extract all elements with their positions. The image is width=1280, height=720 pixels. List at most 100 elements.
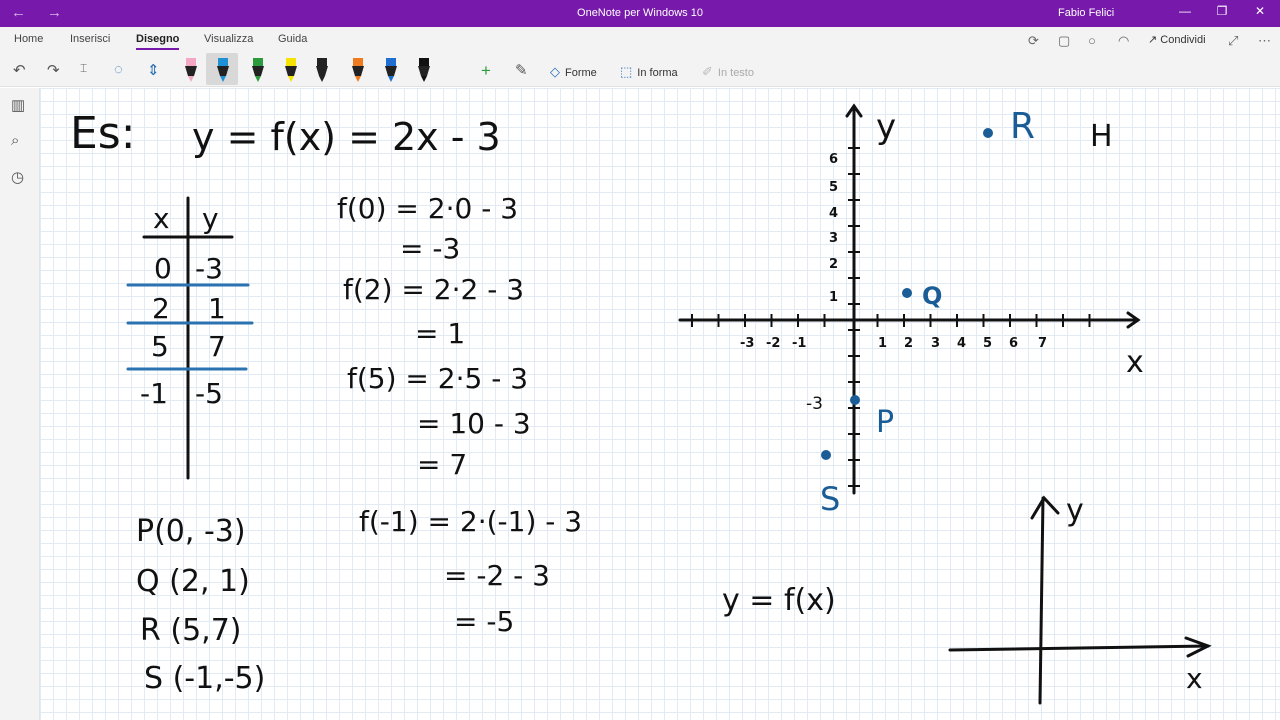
lasso-select-icon[interactable]: ◌ (114, 61, 123, 78)
pen-tool-8[interactable] (415, 56, 433, 84)
point-q (902, 288, 912, 298)
lightbulb-icon[interactable]: ○ (1088, 33, 1096, 48)
table-cell: 1 (208, 292, 226, 325)
x-tick-label: -2 (766, 336, 780, 351)
y-tick-label: 6 (829, 152, 838, 167)
ink-to-text-icon: ✐ (702, 64, 713, 79)
pen-tool-5[interactable] (313, 56, 331, 84)
calc-line: = 10 - 3 (417, 407, 531, 440)
y-axis-label: y (876, 107, 896, 147)
point-coordinates: P(0, -3) (136, 514, 246, 549)
blank-y-axis (1038, 496, 1045, 705)
point-p (850, 395, 860, 405)
ribbon: Home Inserisci Disegno Visualizza Guida … (0, 27, 1280, 87)
share-label: Condividi (1160, 34, 1206, 46)
shapes-icon: ◇ (550, 64, 560, 79)
search-icon[interactable]: ⌕ (11, 132, 19, 149)
x-tick-label: 1 (878, 336, 887, 351)
calc-line: = 7 (417, 448, 467, 481)
table-header-y: y (202, 202, 219, 235)
pen-tool-4[interactable] (282, 56, 300, 84)
navigation-sidebar: ▥ ⌕ ◷ (0, 88, 40, 720)
calc-line: = -5 (454, 605, 514, 638)
calc-line: f(0) = 2·0 - 3 (337, 192, 518, 225)
pen-tool-1[interactable] (182, 56, 200, 84)
point-label-q: Q (922, 282, 942, 310)
maximize-button[interactable]: ❐ (1212, 4, 1232, 18)
exercise-label: Es: (70, 108, 136, 159)
function-label: y = f(x) (722, 583, 836, 618)
in-testo-label: In testo (717, 67, 754, 79)
y-tick-label: 5 (829, 180, 838, 195)
table-cell: 5 (151, 330, 169, 363)
pen-tool-6[interactable] (349, 56, 367, 84)
x-tick-label: 4 (957, 336, 966, 351)
x-tick-label: -3 (740, 336, 754, 351)
x-tick-label: 2 (904, 336, 913, 351)
x-tick-label: 5 (983, 336, 992, 351)
table-cell: -5 (195, 377, 223, 410)
table-cell: -3 (195, 252, 223, 285)
tab-guida[interactable]: Guida (278, 33, 307, 45)
forme-button[interactable]: ◇ Forme (550, 64, 597, 80)
table-cell: -1 (140, 377, 168, 410)
blank-y-axis-arrow (1030, 495, 1060, 520)
y-tick-label: -3 (806, 394, 823, 414)
sync-icon[interactable]: ⟳ (1028, 33, 1039, 49)
user-name[interactable]: Fabio Felici (1058, 7, 1114, 19)
tab-visualizza[interactable]: Visualizza (204, 33, 253, 45)
add-space-icon[interactable]: ⇕ (147, 61, 160, 79)
ink-replay-icon[interactable]: ✎ (515, 61, 528, 79)
point-label-s: S (820, 480, 840, 518)
point-coordinates: Q (2, 1) (136, 564, 250, 599)
note-canvas[interactable]: Es: y = f(x) = 2x - 3 x y 0 -3 2 1 5 7 -… (40, 88, 1280, 720)
x-axis-label: x (1126, 345, 1144, 380)
close-button[interactable]: ✕ (1250, 4, 1270, 18)
in-testo-button[interactable]: ✐ In testo (702, 64, 754, 80)
point-coordinates: S (-1,-5) (144, 661, 265, 696)
point-s (821, 450, 831, 460)
tab-disegno[interactable]: Disegno (136, 33, 180, 50)
share-button[interactable]: ↗ Condividi (1148, 33, 1206, 46)
type-select-icon[interactable]: ⌶ (80, 61, 87, 76)
pen-tool-2[interactable] (214, 56, 232, 84)
forme-label: Forme (565, 67, 597, 79)
calc-line: = 1 (415, 317, 465, 350)
table-cell: 7 (208, 330, 226, 363)
add-pen-icon[interactable]: + (481, 61, 491, 81)
y-tick-label: 3 (829, 231, 838, 246)
in-forma-button[interactable]: ⬚ In forma (620, 64, 678, 80)
x-tick-label: 3 (931, 336, 940, 351)
pages-icon[interactable]: ▢ (1058, 33, 1070, 49)
calc-line: f(5) = 2·5 - 3 (347, 362, 528, 395)
x-tick-label: -1 (792, 336, 806, 351)
blank-x-label: x (1186, 662, 1203, 695)
point-label-p: P (876, 405, 894, 440)
calc-line: = -3 (400, 232, 460, 265)
undo-icon[interactable]: ↶ (13, 61, 26, 79)
table-header-x: x (153, 202, 170, 235)
blank-y-label: y (1066, 493, 1084, 528)
ink-to-shape-icon: ⬚ (620, 64, 633, 79)
blank-x-axis (948, 644, 1210, 652)
minimize-button[interactable]: — (1175, 4, 1195, 18)
calc-line: f(2) = 2·2 - 3 (343, 273, 524, 306)
y-tick-label: 4 (829, 206, 838, 221)
point-coordinates: R (5,7) (140, 613, 242, 648)
x-tick-label: 6 (1009, 336, 1018, 351)
recent-icon[interactable]: ◷ (11, 168, 24, 186)
tab-home[interactable]: Home (14, 33, 43, 45)
table-cell: 0 (154, 252, 172, 285)
pen-tool-7[interactable] (382, 56, 400, 84)
more-icon[interactable]: ⋯ (1258, 33, 1271, 49)
tab-inserisci[interactable]: Inserisci (70, 33, 110, 45)
expand-icon[interactable]: ⤢ (1228, 33, 1238, 49)
redo-icon[interactable]: ↷ (47, 61, 60, 79)
y-tick-label: 2 (829, 257, 838, 272)
notebooks-icon[interactable]: ▥ (11, 96, 25, 114)
x-tick-label: 7 (1038, 336, 1047, 351)
bell-icon[interactable]: ◠ (1118, 33, 1129, 49)
coordinate-axes (678, 103, 1141, 495)
pen-tool-3[interactable] (249, 56, 267, 84)
table-cell: 2 (152, 292, 170, 325)
